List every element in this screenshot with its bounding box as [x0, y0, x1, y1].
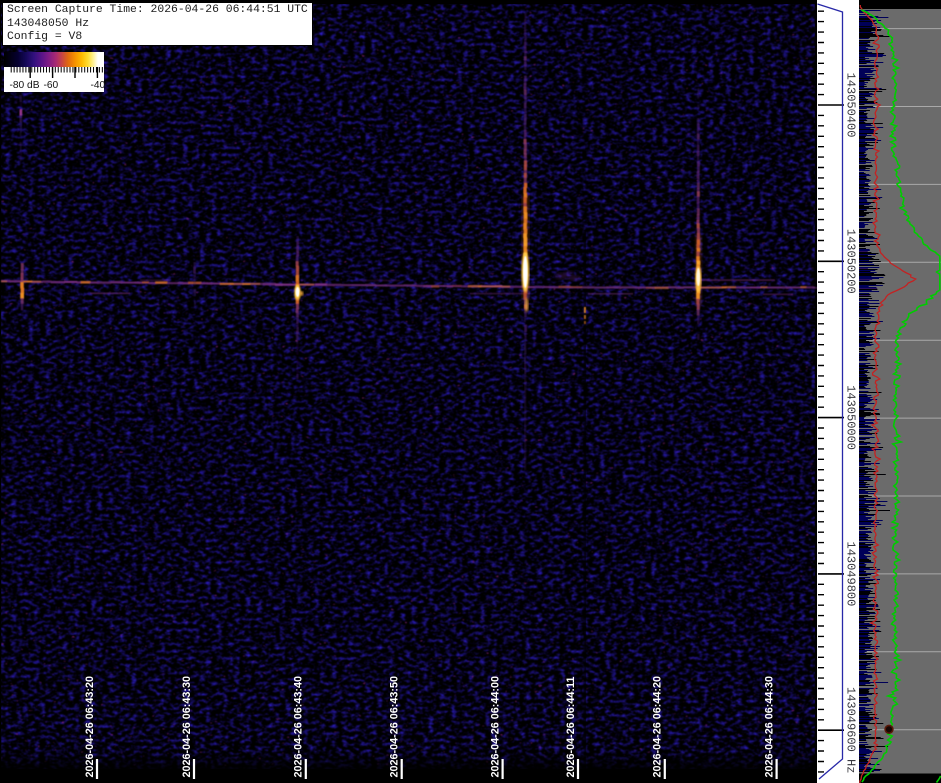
- svg-text:2026-04-26 06:43:20: 2026-04-26 06:43:20: [84, 676, 96, 777]
- svg-text:2026-04-26 06:43:40: 2026-04-26 06:43:40: [293, 676, 305, 777]
- svg-text:143049800: 143049800: [844, 541, 858, 606]
- svg-text:2026-04-26 06:44:00: 2026-04-26 06:44:00: [489, 676, 501, 777]
- svg-text:2026-04-26 06:44:11: 2026-04-26 06:44:11: [565, 677, 577, 778]
- svg-text:143050200: 143050200: [844, 229, 858, 294]
- svg-text:2026-04-26 06:43:30: 2026-04-26 06:43:30: [181, 676, 193, 777]
- svg-text:143050000: 143050000: [844, 385, 858, 450]
- svg-text:2026-04-26 06:44:30: 2026-04-26 06:44:30: [763, 676, 775, 777]
- svg-text:143050400: 143050400: [844, 73, 858, 138]
- svg-text:2026-04-26 06:43:50: 2026-04-26 06:43:50: [389, 676, 401, 777]
- svg-text:2026-04-26 06:44:20: 2026-04-26 06:44:20: [652, 676, 664, 777]
- svg-text:143049600 Hz: 143049600 Hz: [844, 687, 858, 773]
